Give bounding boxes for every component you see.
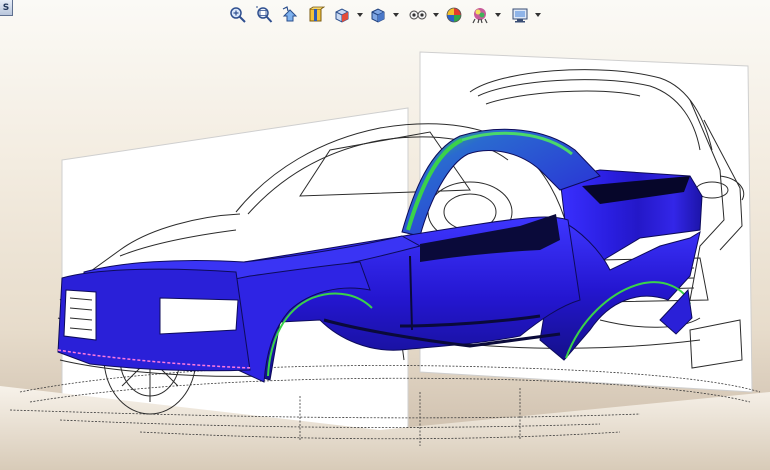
edit-appearance-button[interactable] <box>442 3 466 27</box>
view-orientation-dropdown[interactable] <box>356 3 364 27</box>
view-settings-dropdown[interactable] <box>534 3 542 27</box>
chevron-down-icon <box>535 13 541 17</box>
window-corner-tab[interactable]: S <box>0 0 13 16</box>
zoom-to-fit-button[interactable] <box>226 3 250 27</box>
chevron-down-icon <box>433 13 439 17</box>
chevron-down-icon <box>393 13 399 17</box>
graphics-viewport[interactable]: S <box>0 0 770 470</box>
view-orientation-icon <box>335 8 349 23</box>
view-settings-icon <box>512 8 528 23</box>
heads-up-view-toolbar <box>226 2 542 28</box>
display-style-icon <box>371 8 385 23</box>
hide-show-items-icon <box>409 10 427 20</box>
view-orientation-button[interactable] <box>330 3 354 27</box>
apply-scene-dropdown[interactable] <box>494 3 502 27</box>
zoom-to-fit-icon <box>230 7 246 23</box>
display-style-dropdown[interactable] <box>392 3 400 27</box>
view-settings-button[interactable] <box>508 3 532 27</box>
previous-view-button[interactable] <box>278 3 302 27</box>
hide-show-items-dropdown[interactable] <box>432 3 440 27</box>
corner-tab-label: S <box>2 2 10 13</box>
chevron-down-icon <box>357 13 363 17</box>
chevron-down-icon <box>495 13 501 17</box>
zoom-to-area-icon <box>256 6 273 23</box>
previous-view-icon <box>282 6 298 22</box>
apply-scene-button[interactable] <box>468 3 492 27</box>
edit-appearance-icon <box>446 7 462 23</box>
apply-scene-icon <box>472 8 488 24</box>
zoom-to-area-button[interactable] <box>252 3 276 27</box>
section-view-icon <box>309 6 325 22</box>
model-scene[interactable] <box>0 0 770 470</box>
section-view-button[interactable] <box>304 3 328 27</box>
hide-show-items-button[interactable] <box>406 3 430 27</box>
display-style-button[interactable] <box>366 3 390 27</box>
